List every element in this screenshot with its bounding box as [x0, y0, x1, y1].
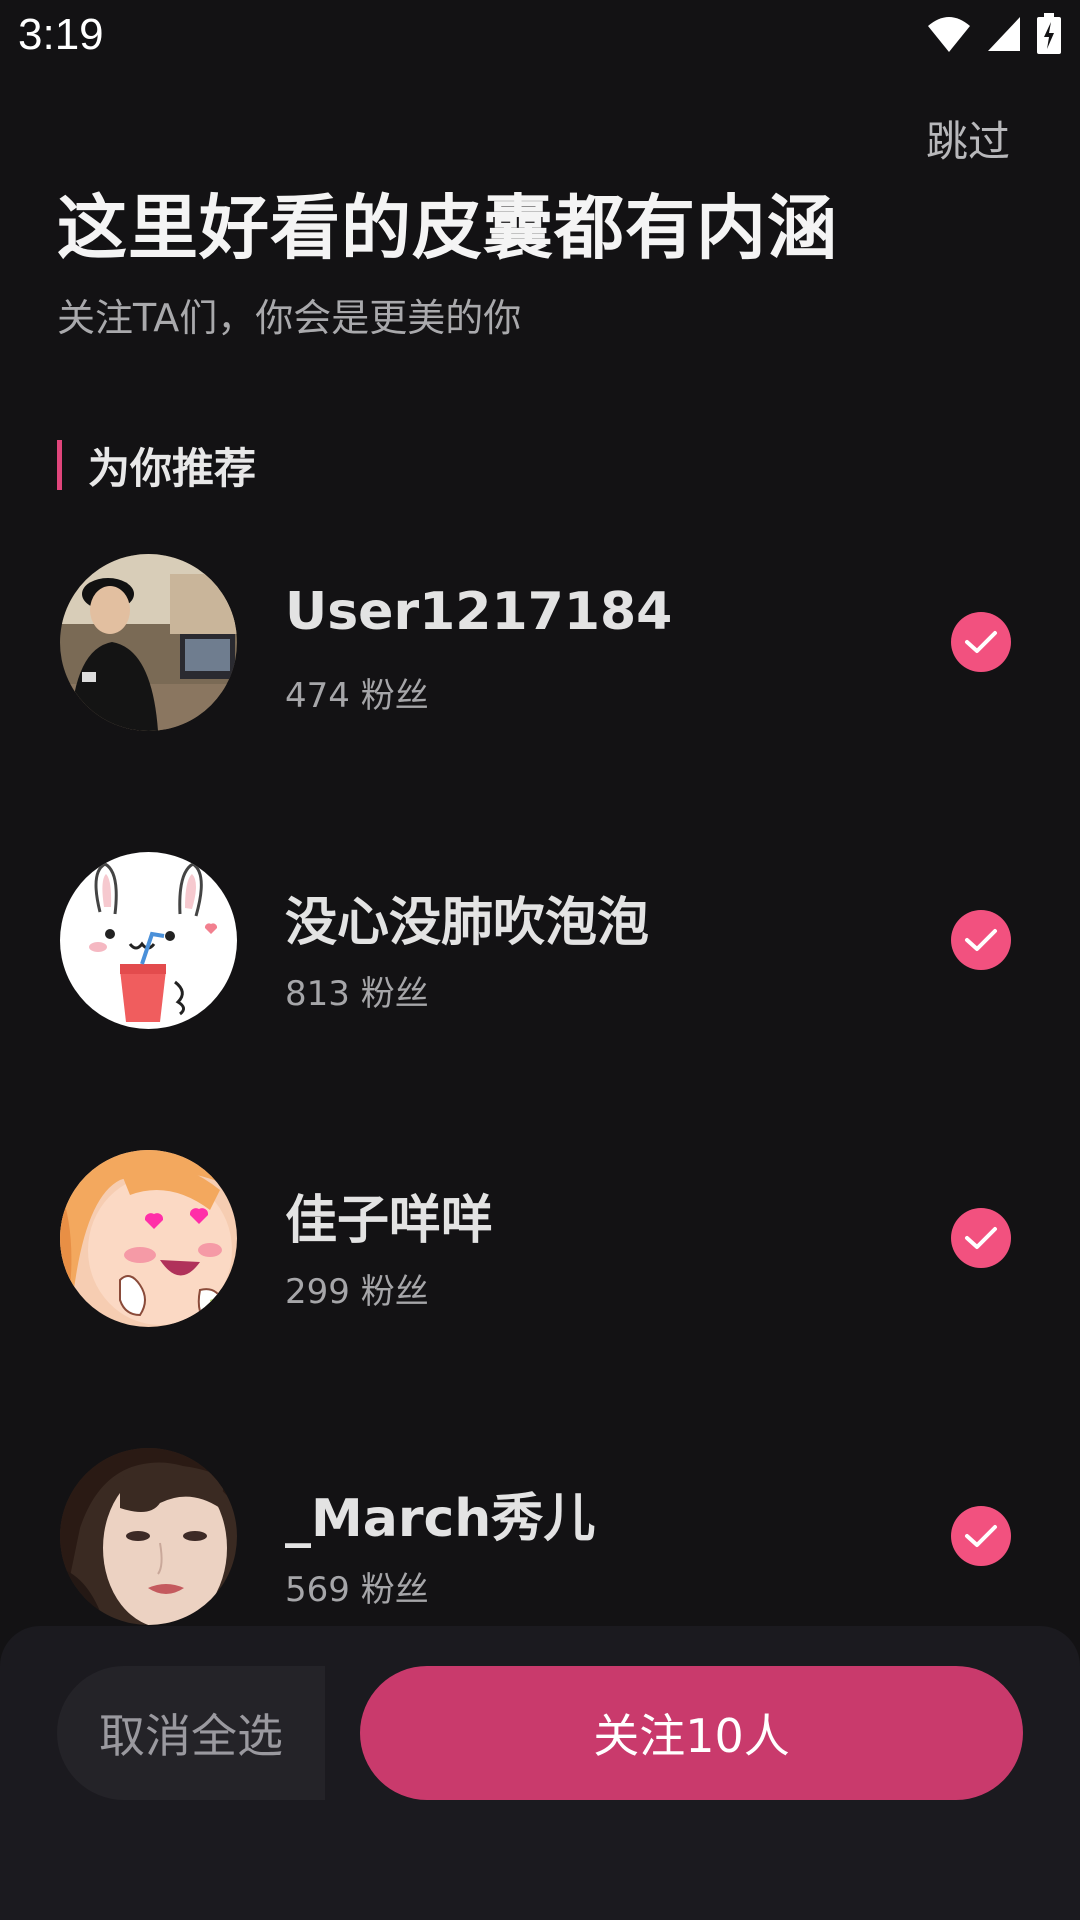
selected-check-icon[interactable] [951, 910, 1011, 970]
recommended-user-list: User1217184 474 粉丝 没心没肺吹泡泡 813 粉丝 佳子咩咩 2… [0, 552, 1080, 1744]
section-header: 为你推荐 [57, 440, 256, 493]
photo-man-avatar[interactable] [60, 554, 237, 731]
status-bar: 3:19 [0, 0, 1080, 72]
section-accent-bar [57, 440, 62, 490]
user-fans-count: 813 粉丝 [285, 974, 429, 1014]
skip-button[interactable]: 跳过 [926, 108, 1010, 169]
status-icons [926, 12, 1062, 60]
section-title: 为你推荐 [88, 443, 257, 493]
selected-check-icon[interactable] [951, 1506, 1011, 1566]
status-time: 3:19 [18, 10, 104, 59]
user-fans-count: 474 粉丝 [285, 676, 429, 716]
user-row[interactable]: User1217184 474 粉丝 [0, 552, 1080, 850]
page-title: 这里好看的皮囊都有内涵 [57, 187, 838, 269]
user-name: _March秀儿 [285, 1489, 596, 1549]
follow-selected-button[interactable]: 关注10人 [360, 1666, 1023, 1800]
user-row[interactable]: 没心没肺吹泡泡 813 粉丝 [0, 850, 1080, 1148]
screen: 3:19 跳过 这里好看的皮囊都有内涵 关注TA们，你会是更美的你 为你推荐 U… [0, 0, 1080, 1920]
user-name: 没心没肺吹泡泡 [285, 893, 650, 953]
user-row[interactable]: 佳子咩咩 299 粉丝 [0, 1148, 1080, 1446]
page-subtitle: 关注TA们，你会是更美的你 [57, 296, 522, 340]
battery-charging-icon [1036, 13, 1062, 59]
signal-icon [986, 15, 1022, 57]
selected-check-icon[interactable] [951, 1208, 1011, 1268]
wifi-icon [926, 14, 972, 58]
user-fans-count: 569 粉丝 [285, 1570, 429, 1610]
user-name: 佳子咩咩 [285, 1191, 494, 1251]
selected-check-icon[interactable] [951, 612, 1011, 672]
user-name: User1217184 [285, 582, 673, 642]
cancel-select-all-button[interactable]: 取消全选 [57, 1666, 325, 1800]
user-fans-count: 299 粉丝 [285, 1272, 429, 1312]
bottom-action-panel: 取消全选 关注10人 [0, 1626, 1080, 1920]
photo-woman-avatar[interactable] [60, 1448, 237, 1625]
bunny-cartoon-avatar[interactable] [60, 852, 237, 1029]
anime-girl-avatar[interactable] [60, 1150, 237, 1327]
